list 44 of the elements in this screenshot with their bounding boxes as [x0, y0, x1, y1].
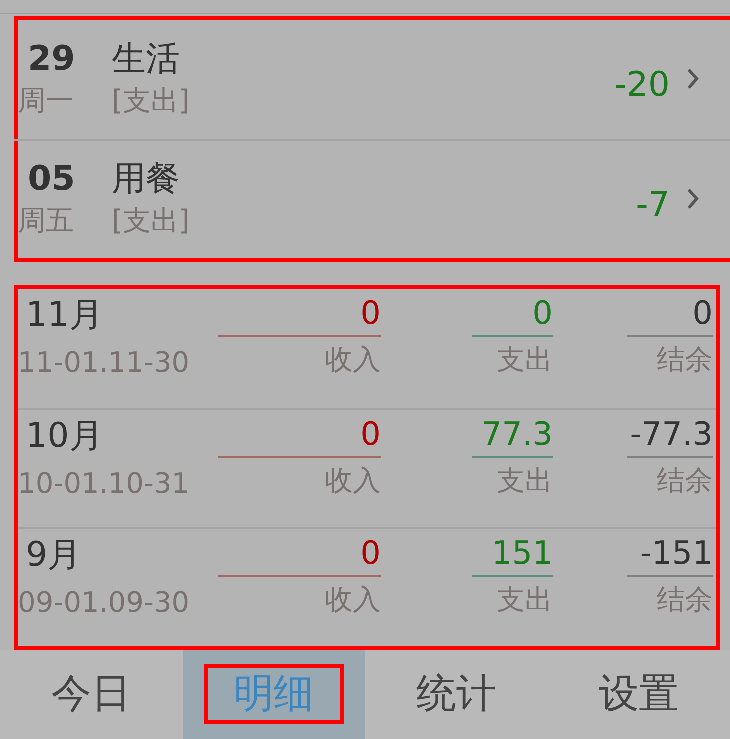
chevron-icon: [686, 67, 700, 91]
column-label: 支出: [497, 582, 553, 618]
entry-row[interactable]: 29 周一 生活 [支出] -20: [14, 20, 730, 138]
day-number: 29: [27, 38, 76, 81]
entry-type: [支出]: [112, 203, 191, 239]
amount: 0: [218, 530, 381, 577]
amount: 0: [627, 290, 713, 337]
month-label: 10月: [25, 414, 104, 458]
date-range: 11-01.11-30: [18, 344, 191, 381]
amount: -151: [627, 530, 713, 577]
day-number: 05: [27, 158, 76, 201]
month-label: 9月: [25, 534, 83, 577]
month-row[interactable]: 11月 11-01.11-30 0 收入 0 支出 0 结余: [18, 288, 716, 408]
column-label: 结余: [657, 462, 713, 499]
tab[interactable]: 统计: [386, 664, 526, 724]
column-label: 支出: [497, 462, 553, 499]
column-label: 结余: [657, 342, 713, 378]
weekday: 周五: [18, 203, 75, 239]
amount: 151: [472, 530, 553, 577]
column-label: 收入: [325, 462, 381, 499]
category: 用餐: [112, 158, 181, 201]
column-label: 支出: [497, 342, 553, 378]
chevron-icon: [686, 187, 700, 211]
date-range: 10-01.10-31: [18, 466, 191, 502]
amount: 0: [218, 412, 381, 458]
month-row[interactable]: 10月 10-01.10-31 0 收入 77.3 支出 -77.3 结余: [18, 408, 716, 527]
amount: -7: [636, 184, 670, 226]
amount: -20: [614, 64, 670, 106]
date-range: 09-01.09-30: [18, 584, 191, 621]
category: 生活: [112, 38, 181, 81]
month-label: 11月: [25, 294, 104, 337]
amount: 77.3: [472, 412, 553, 458]
entry-row[interactable]: 05 周五 用餐 [支出] -7: [14, 138, 730, 258]
amount: 0: [218, 290, 381, 337]
month-row[interactable]: 9月 09-01.09-30 0 收入 151 支出 -151 结余: [18, 526, 716, 646]
entry-type: [支出]: [112, 83, 191, 119]
column-label: 收入: [325, 342, 381, 378]
column-label: 收入: [325, 582, 381, 618]
tab[interactable]: 设置: [568, 664, 709, 724]
weekday: 周一: [18, 83, 75, 119]
tab[interactable]: 今日: [21, 664, 162, 724]
amount: -77.3: [627, 412, 713, 458]
column-label: 结余: [657, 582, 713, 618]
amount: 0: [472, 290, 553, 337]
